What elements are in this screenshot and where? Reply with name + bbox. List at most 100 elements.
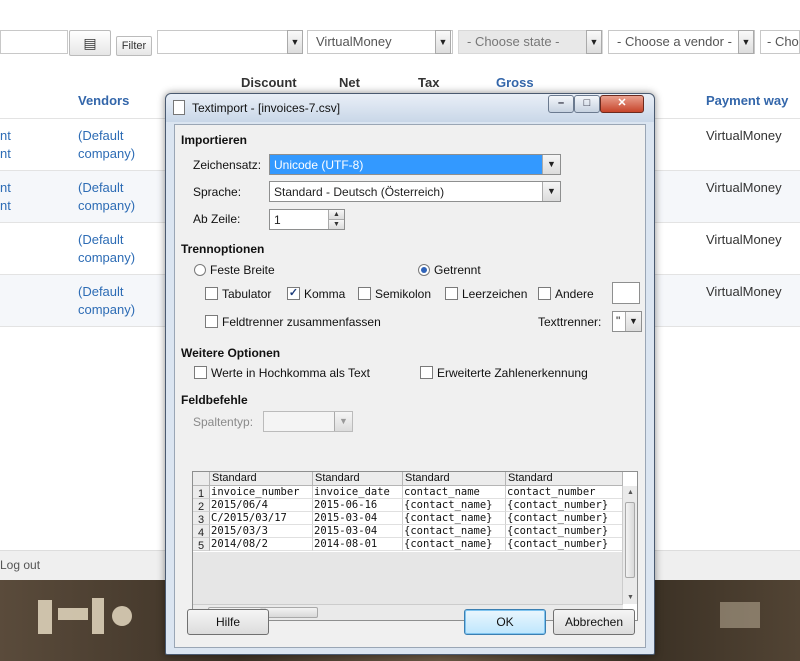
chevron-down-icon[interactable]: ▼ xyxy=(586,30,602,54)
quoted-as-text-checkbox[interactable] xyxy=(194,366,207,379)
grid-cell: {contact_number} xyxy=(506,512,623,525)
from-row-spinner[interactable]: 1 ▲ ▼ xyxy=(269,209,345,230)
maximize-button[interactable]: □ xyxy=(574,95,600,113)
logout-link[interactable]: Log out xyxy=(0,558,40,572)
grid-empty-area xyxy=(193,552,623,604)
other-separator-input[interactable] xyxy=(612,282,640,304)
chevron-down-icon[interactable]: ▼ xyxy=(625,312,641,331)
scroll-down-icon[interactable]: ▼ xyxy=(627,594,634,601)
quoted-as-text-label[interactable]: Werte in Hochkomma als Text xyxy=(211,366,370,380)
wallpaper-shape xyxy=(720,602,760,628)
chevron-down-icon[interactable]: ▼ xyxy=(334,412,352,431)
grid-cell: 2014-08-01 xyxy=(313,538,403,551)
minimize-button[interactable]: – xyxy=(548,95,574,113)
charset-label: Zeichensatz: xyxy=(193,158,262,172)
spin-down-icon[interactable]: ▼ xyxy=(328,220,344,229)
vertical-scrollbar[interactable]: ▲ ▼ xyxy=(622,486,637,604)
chevron-down-icon[interactable]: ▼ xyxy=(435,30,451,54)
vendor-select[interactable]: - Choose a vendor - xyxy=(608,30,755,54)
vendor-link[interactable]: (Default company) xyxy=(78,231,135,267)
column-type-select[interactable]: ▼ xyxy=(263,411,353,432)
payment-way-cell: VirtualMoney xyxy=(706,284,782,299)
other-checkbox[interactable] xyxy=(538,287,551,300)
wallpaper-shape xyxy=(38,600,52,634)
section-separator-heading: Trennoptionen xyxy=(181,242,265,256)
grid-cell: 2015/03/3 xyxy=(210,525,313,538)
column-gross[interactable]: Gross xyxy=(496,75,534,90)
calendar-button[interactable]: ▤ xyxy=(69,30,111,56)
import-preview-grid[interactable]: Standard Standard Standard Standard 1 in… xyxy=(192,471,638,621)
vendor-link[interactable]: (Default company) xyxy=(78,283,135,319)
grid-corner[interactable] xyxy=(193,472,210,486)
document-icon xyxy=(173,100,185,115)
merge-delimiters-label[interactable]: Feldtrenner zusammenfassen xyxy=(222,315,381,329)
state-select[interactable]: - Choose state - xyxy=(458,30,603,54)
fixed-width-label[interactable]: Feste Breite xyxy=(210,263,275,277)
search-input[interactable] xyxy=(0,30,68,54)
vendor-link[interactable]: (Default company) xyxy=(78,179,135,215)
vendor-link[interactable]: (Default company) xyxy=(78,127,135,163)
language-select[interactable]: Standard - Deutsch (Österreich) ▼ xyxy=(269,181,561,202)
other-label[interactable]: Andere xyxy=(555,287,594,301)
grid-row-number[interactable]: 2 xyxy=(193,499,210,513)
grid-cell: contact_number xyxy=(506,486,623,499)
status-select[interactable] xyxy=(157,30,303,54)
grid-row-number[interactable]: 5 xyxy=(193,538,210,552)
grid-cell: 2015-03-04 xyxy=(313,525,403,538)
grid-cell: invoice_number xyxy=(210,486,313,499)
grid-cell: 2014/08/2 xyxy=(210,538,313,551)
cancel-button[interactable]: Abbrechen xyxy=(553,609,635,635)
comma-checkbox[interactable]: ✓ xyxy=(287,287,300,300)
column-tax: Tax xyxy=(418,75,440,90)
grid-column-header[interactable]: Standard xyxy=(313,472,403,486)
section-fields-heading: Feldbefehle xyxy=(181,393,248,407)
close-button[interactable]: ✕ xyxy=(600,95,644,113)
grid-row-number[interactable]: 4 xyxy=(193,525,210,539)
tab-label[interactable]: Tabulator xyxy=(222,287,271,301)
comma-label[interactable]: Komma xyxy=(304,287,345,301)
grid-cell: 2015-06-16 xyxy=(313,499,403,512)
currency-select[interactable]: VirtualMoney xyxy=(307,30,453,54)
separated-radio[interactable] xyxy=(418,264,430,276)
column-vendors[interactable]: Vendors xyxy=(78,93,129,108)
merge-delimiters-checkbox[interactable] xyxy=(205,315,218,328)
chevron-down-icon[interactable]: ▼ xyxy=(542,182,560,201)
column-payment-way[interactable]: Payment way xyxy=(706,93,788,108)
detect-numbers-label[interactable]: Erweiterte Zahlenerkennung xyxy=(437,366,588,380)
chevron-down-icon[interactable]: ▼ xyxy=(287,30,303,54)
scroll-up-icon[interactable]: ▲ xyxy=(627,489,634,496)
grid-row-number[interactable]: 3 xyxy=(193,512,210,526)
filter-button[interactable]: Filter xyxy=(116,36,152,56)
row-cell-left[interactable]: nt nt xyxy=(0,179,11,215)
extra-select[interactable]: - Cho xyxy=(760,30,800,54)
spin-up-icon[interactable]: ▲ xyxy=(328,210,344,220)
semicolon-label[interactable]: Semikolon xyxy=(375,287,431,301)
dialog-title: Textimport - [invoices-7.csv] xyxy=(192,101,341,115)
language-label: Sprache: xyxy=(193,185,242,199)
column-discount: Discount xyxy=(241,75,297,90)
charset-select[interactable]: Unicode (UTF-8) ▼ xyxy=(269,154,561,175)
scroll-thumb[interactable] xyxy=(625,502,635,578)
chevron-down-icon[interactable]: ▼ xyxy=(542,155,560,174)
help-button[interactable]: Hilfe xyxy=(187,609,269,635)
detect-numbers-checkbox[interactable] xyxy=(420,366,433,379)
grid-cell: {contact_number} xyxy=(506,538,623,551)
semicolon-checkbox[interactable] xyxy=(358,287,371,300)
text-delimiter-select[interactable]: " ▼ xyxy=(612,311,642,332)
grid-cell: {contact_name} xyxy=(403,512,506,525)
grid-column-header[interactable]: Standard xyxy=(506,472,623,486)
space-label[interactable]: Leerzeichen xyxy=(462,287,527,301)
grid-column-header[interactable]: Standard xyxy=(403,472,506,486)
tab-checkbox[interactable] xyxy=(205,287,218,300)
grid-cell: 2015/06/4 xyxy=(210,499,313,512)
chevron-down-icon[interactable]: ▼ xyxy=(738,30,754,54)
grid-row-number[interactable]: 1 xyxy=(193,486,210,500)
separated-label[interactable]: Getrennt xyxy=(434,263,481,277)
grid-column-header[interactable]: Standard xyxy=(210,472,313,486)
ok-button[interactable]: OK xyxy=(464,609,546,635)
space-checkbox[interactable] xyxy=(445,287,458,300)
row-cell-left[interactable]: nt nt xyxy=(0,127,11,163)
grid-cell: {contact_name} xyxy=(403,525,506,538)
fixed-width-radio[interactable] xyxy=(194,264,206,276)
dialog-titlebar[interactable]: Textimport - [invoices-7.csv] – □ ✕ xyxy=(166,94,654,122)
